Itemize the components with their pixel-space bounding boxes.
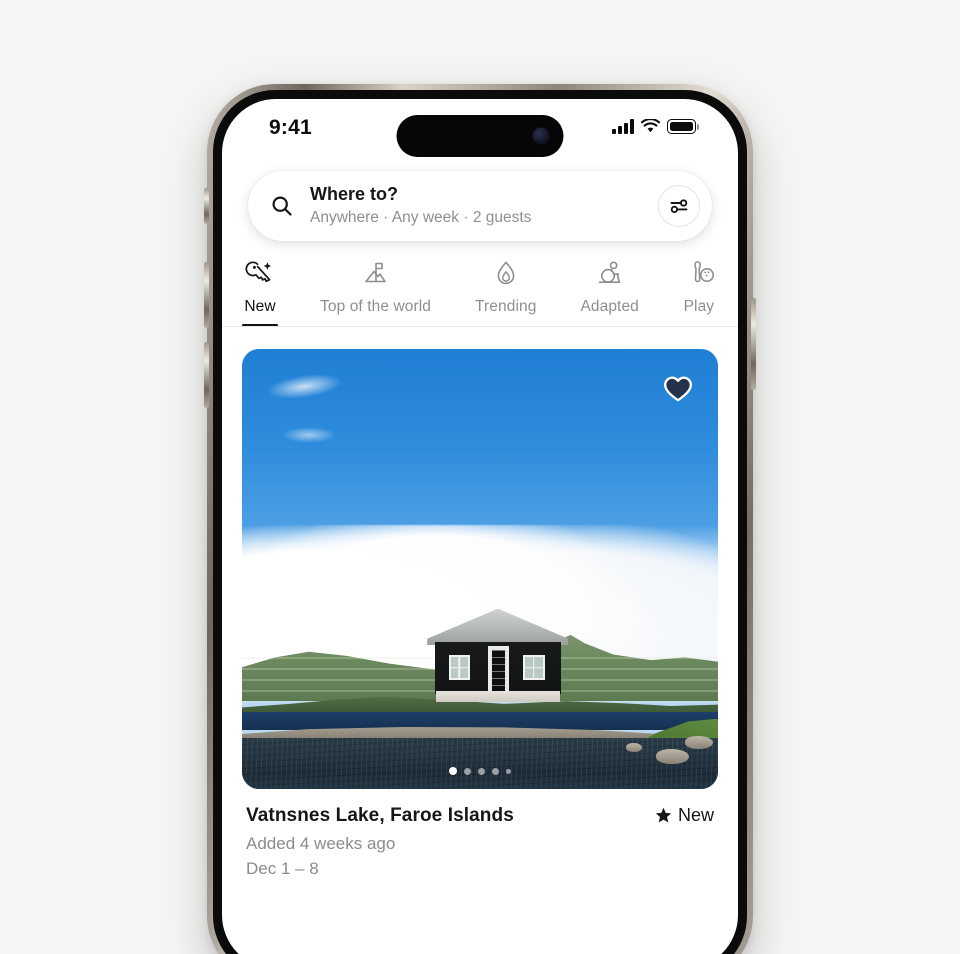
carousel-dot[interactable] <box>478 767 485 775</box>
phone-screen: 9:41 Where to? Anywhere · Any week · 2 g… <box>222 99 738 954</box>
listing-title-row: Vatnsnes Lake, Faroe Islands New <box>246 805 714 827</box>
shore-rock <box>625 743 642 753</box>
tab-play[interactable]: Play <box>683 257 715 326</box>
cabin-window <box>448 655 471 681</box>
listing-dates: Dec 1 – 8 <box>246 859 319 878</box>
listing-added: Added 4 weeks ago <box>246 834 396 853</box>
lake-water <box>242 738 718 789</box>
tab-trending[interactable]: Trending <box>475 257 536 326</box>
favorite-button[interactable] <box>658 369 698 409</box>
bowling-icon <box>683 257 715 291</box>
tab-label: Adapted <box>580 298 639 315</box>
listing-title: Vatnsnes Lake, Faroe Islands <box>246 805 514 826</box>
volume-up-button[interactable] <box>204 262 209 328</box>
screenshot-stage: 9:41 Where to? Anywhere · Any week · 2 g… <box>0 0 960 954</box>
search-bar[interactable]: Where to? Anywhere · Any week · 2 guests <box>248 171 712 241</box>
tab-adapted[interactable]: Adapted <box>580 257 639 326</box>
power-button[interactable] <box>751 298 756 390</box>
star-filled-icon <box>655 807 672 823</box>
wifi-icon <box>641 119 660 133</box>
black-cabin <box>427 608 569 706</box>
status-bar: 9:41 <box>222 99 738 159</box>
carousel-dot[interactable] <box>449 767 457 775</box>
cellular-bars-icon <box>612 119 634 134</box>
iphone-device-frame: 9:41 Where to? Anywhere · Any week · 2 g… <box>204 84 756 954</box>
battery-full-icon <box>667 119 696 134</box>
photo-carousel-dots[interactable] <box>449 767 511 775</box>
silent-switch[interactable] <box>204 188 209 224</box>
dynamic-island <box>396 115 564 157</box>
search-title: Where to? <box>310 184 398 205</box>
cabin-door <box>490 648 507 695</box>
listing-rating: New <box>655 805 714 826</box>
search-subtitle: Anywhere · Any week · 2 guests <box>310 209 532 226</box>
category-tabs[interactable]: New Top of the world Trending Adapted Pl… <box>222 241 738 327</box>
carousel-dot[interactable] <box>492 767 499 775</box>
carousel-dot[interactable] <box>464 767 471 775</box>
cabin-window <box>523 655 545 681</box>
listing-details: Vatnsnes Lake, Faroe Islands New Added 4… <box>242 789 718 879</box>
volume-down-button[interactable] <box>204 342 209 408</box>
cabin-roof <box>427 608 569 646</box>
device-bezel: 9:41 Where to? Anywhere · Any week · 2 g… <box>213 90 747 954</box>
tab-top-of-the-world[interactable]: Top of the world <box>320 257 431 326</box>
key-sparkle-icon <box>244 257 276 291</box>
heart-filled-icon <box>664 376 692 402</box>
flame-icon <box>490 257 522 291</box>
summit-flag-icon <box>360 257 392 291</box>
rating-label: New <box>677 805 714 825</box>
filter-sliders-icon <box>670 199 688 214</box>
listing-photo[interactable] <box>242 349 718 789</box>
search-icon <box>272 196 292 216</box>
cabin-foundation <box>436 690 560 702</box>
tab-label: Play <box>683 298 715 315</box>
search-section: Where to? Anywhere · Any week · 2 guests <box>222 159 738 241</box>
status-indicators <box>612 119 696 134</box>
far-lake <box>242 712 718 730</box>
search-texts: Where to? Anywhere · Any week · 2 guests <box>310 184 658 227</box>
tab-new[interactable]: New <box>242 257 278 326</box>
carousel-dot[interactable] <box>506 768 511 774</box>
status-time: 9:41 <box>269 116 312 139</box>
tab-label: Trending <box>475 298 537 315</box>
accessibility-icon <box>594 257 626 291</box>
tab-label: New <box>244 298 276 315</box>
tab-label: Top of the world <box>320 298 432 315</box>
listing-feed: Vatnsnes Lake, Faroe Islands New Added 4… <box>222 327 738 879</box>
front-camera-icon <box>532 127 550 145</box>
cloud-wisp <box>270 423 347 446</box>
filter-button[interactable] <box>658 185 700 227</box>
